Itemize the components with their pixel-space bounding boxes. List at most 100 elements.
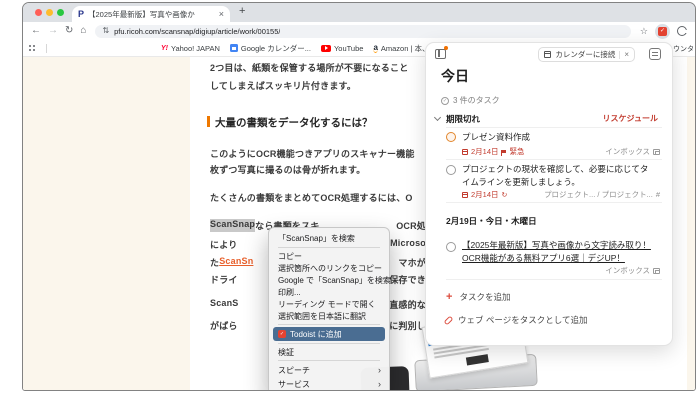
task-title-link[interactable]: OCR機能がある無料アプリ6選｜デジUP！ bbox=[462, 252, 625, 264]
article-paragraph: してしまえばスッキリ片付きます。 bbox=[210, 81, 357, 91]
apps-grid-icon[interactable] bbox=[29, 44, 36, 52]
selected-text: ScanSnap bbox=[210, 219, 256, 232]
check-circle-icon: ✓ bbox=[441, 96, 449, 105]
divider bbox=[446, 159, 662, 160]
tab-title: 【2025年最新版】写真や画像か bbox=[88, 9, 195, 19]
todoist-logo-icon: ✓ bbox=[658, 26, 667, 36]
task-project[interactable]: プロジェクト... / プロジェクト... # bbox=[544, 189, 660, 200]
menu-item-search-scansnap[interactable]: 「ScanSnap」を検索 bbox=[269, 232, 389, 245]
divider bbox=[446, 127, 662, 128]
task-count: ✓ 3 件のタスク bbox=[441, 96, 500, 105]
bookmark-google-calendar[interactable]: Google カレンダー... bbox=[229, 43, 311, 54]
back-icon[interactable]: ← bbox=[31, 26, 41, 36]
address-bar[interactable]: ⇅ pfu.ricoh.com/scansnap/digiup/article/… bbox=[95, 24, 631, 38]
context-menu: 「ScanSnap」を検索 コピー 選択箇所へのリンクをコピー Google で… bbox=[268, 227, 391, 390]
tab-favicon: P bbox=[78, 9, 85, 19]
menu-item-copy[interactable]: コピー bbox=[269, 250, 389, 262]
google-calendar-icon bbox=[229, 44, 238, 52]
add-task-button[interactable]: + タスクを追加 bbox=[446, 291, 510, 303]
menu-separator bbox=[278, 324, 380, 325]
menu-separator bbox=[278, 343, 380, 344]
task-checkbox[interactable] bbox=[446, 132, 456, 142]
reschedule-button[interactable]: リスケジュール bbox=[603, 113, 658, 124]
heading-accent-bar bbox=[207, 116, 210, 127]
tab-close-icon[interactable]: × bbox=[219, 9, 224, 19]
menu-item-inspect[interactable]: 検証 bbox=[269, 346, 389, 358]
zoom-window-button[interactable] bbox=[57, 9, 64, 16]
browser-window: P 【2025年最新版】写真や画像か × + ← → ↻ ⌂ ⇅ pfu.ric… bbox=[22, 2, 696, 391]
bookmark-star-icon[interactable]: ☆ bbox=[640, 26, 648, 37]
article-link[interactable]: ScanSn bbox=[219, 256, 253, 269]
plus-icon: + bbox=[446, 290, 453, 303]
todoist-extension-icon[interactable]: ✓ bbox=[655, 23, 670, 39]
menu-item-google-search[interactable]: Google で「ScanSnap」を検索 bbox=[269, 274, 391, 286]
task-title[interactable]: プレゼン資料作成 bbox=[462, 131, 530, 143]
menu-separator bbox=[278, 360, 380, 361]
new-tab-button[interactable]: + bbox=[239, 5, 245, 17]
menu-item-services[interactable]: サービス › bbox=[269, 377, 389, 390]
task-checkbox[interactable] bbox=[446, 165, 456, 175]
calendar-date-icon bbox=[462, 148, 468, 155]
task-project[interactable]: インボックス bbox=[605, 146, 660, 157]
connect-calendar-button[interactable]: カレンダーに接続 × bbox=[538, 47, 635, 62]
browser-tab[interactable]: P 【2025年最新版】写真や画像か × bbox=[72, 6, 230, 22]
youtube-icon bbox=[320, 44, 331, 52]
menu-item-copy-link[interactable]: 選択箇所へのリンクをコピー bbox=[269, 262, 389, 274]
browser-toolbar: ← → ↻ ⌂ ⇅ pfu.ricoh.com/scansnap/digiup/… bbox=[23, 22, 695, 40]
yahoo-icon: Y! bbox=[161, 44, 168, 52]
list-view-icon[interactable] bbox=[649, 48, 661, 60]
divider bbox=[446, 279, 662, 280]
article-paragraph: 枚ずつ写真に撮るのは骨が折れます。 bbox=[210, 165, 366, 175]
divider bbox=[446, 202, 662, 203]
link-icon bbox=[443, 315, 454, 325]
bookmarks-divider bbox=[46, 43, 47, 53]
task-project[interactable]: インボックス bbox=[605, 265, 660, 276]
tab-bar: P 【2025年最新版】写真や画像か × + bbox=[23, 3, 695, 22]
panel-toggle-icon[interactable] bbox=[435, 49, 446, 59]
todoist-logo-icon: ✓ bbox=[278, 330, 286, 338]
document-barcode bbox=[465, 353, 489, 365]
forward-icon[interactable]: → bbox=[48, 26, 58, 36]
task-title[interactable]: プロジェクトの現状を確認して、必要に応じてタ bbox=[462, 163, 648, 175]
panel-title: 今日 bbox=[441, 68, 469, 84]
screenshot-root: P 【2025年最新版】写真や画像か × + ← → ↻ ⌂ ⇅ pfu.ric… bbox=[0, 0, 700, 400]
button-divider bbox=[619, 50, 621, 59]
notification-dot bbox=[444, 46, 448, 50]
bookmark-youtube[interactable]: YouTube bbox=[320, 44, 363, 53]
article-heading: 大量の書類をデータ化するには？ bbox=[215, 117, 373, 129]
task-title[interactable]: イムラインを更新しましょう。 bbox=[462, 176, 580, 188]
url-text[interactable]: pfu.ricoh.com/scansnap/digiup/article/wo… bbox=[114, 27, 280, 36]
chevron-down-icon[interactable] bbox=[433, 113, 442, 122]
task-checkbox[interactable] bbox=[446, 242, 456, 252]
task-title-link[interactable]: 【2025年最新版】写真や画像から文字読み取り！ bbox=[462, 239, 651, 251]
extensions-icon[interactable] bbox=[677, 26, 687, 36]
calendar-date-icon bbox=[462, 191, 468, 198]
menu-item-reading-mode[interactable]: リーディング モードで開く bbox=[269, 298, 389, 310]
home-icon[interactable]: ⌂ bbox=[80, 26, 86, 36]
submenu-arrow-icon: › bbox=[378, 365, 381, 375]
menu-item-add-to-todoist[interactable]: ✓ Todoist に追加 bbox=[273, 327, 385, 341]
minimize-window-button[interactable] bbox=[46, 9, 53, 16]
bookmark-clipped[interactable]: ウンタ bbox=[673, 44, 694, 54]
close-window-button[interactable] bbox=[35, 9, 42, 16]
calendar-icon bbox=[544, 51, 552, 58]
article-paragraph: 2つ目は、紙類を保管する場所が不要になること bbox=[210, 63, 409, 73]
article-paragraph: このようにOCR機能つきアプリのスキャナー機能 bbox=[210, 149, 415, 159]
site-info-icon[interactable]: ⇅ bbox=[102, 27, 109, 35]
recurring-icon: ↻ bbox=[501, 191, 508, 199]
submenu-arrow-icon: › bbox=[378, 379, 381, 389]
add-webpage-task-button[interactable]: ウェブ ページをタスクとして追加 bbox=[443, 314, 587, 326]
task-meta: 2月14日 緊急 bbox=[462, 146, 525, 157]
close-icon[interactable]: × bbox=[624, 50, 629, 59]
menu-item-translate[interactable]: 選択範囲を日本語に翻訳 bbox=[269, 310, 389, 322]
task-meta: 2月14日 ↻ bbox=[462, 189, 507, 200]
amazon-icon: a bbox=[373, 42, 378, 53]
date-section-header: 2月19日・今日・木曜日 bbox=[446, 216, 537, 226]
reload-icon[interactable]: ↻ bbox=[65, 26, 73, 36]
menu-item-print[interactable]: 印刷... bbox=[269, 286, 389, 298]
bookmark-yahoo[interactable]: Y! Yahoo! JAPAN bbox=[161, 44, 220, 53]
project-hash-icon: # bbox=[655, 190, 660, 199]
inbox-icon bbox=[653, 267, 660, 274]
overdue-section-label: 期限切れ bbox=[446, 114, 481, 124]
menu-item-speech[interactable]: スピーチ › bbox=[269, 363, 389, 377]
